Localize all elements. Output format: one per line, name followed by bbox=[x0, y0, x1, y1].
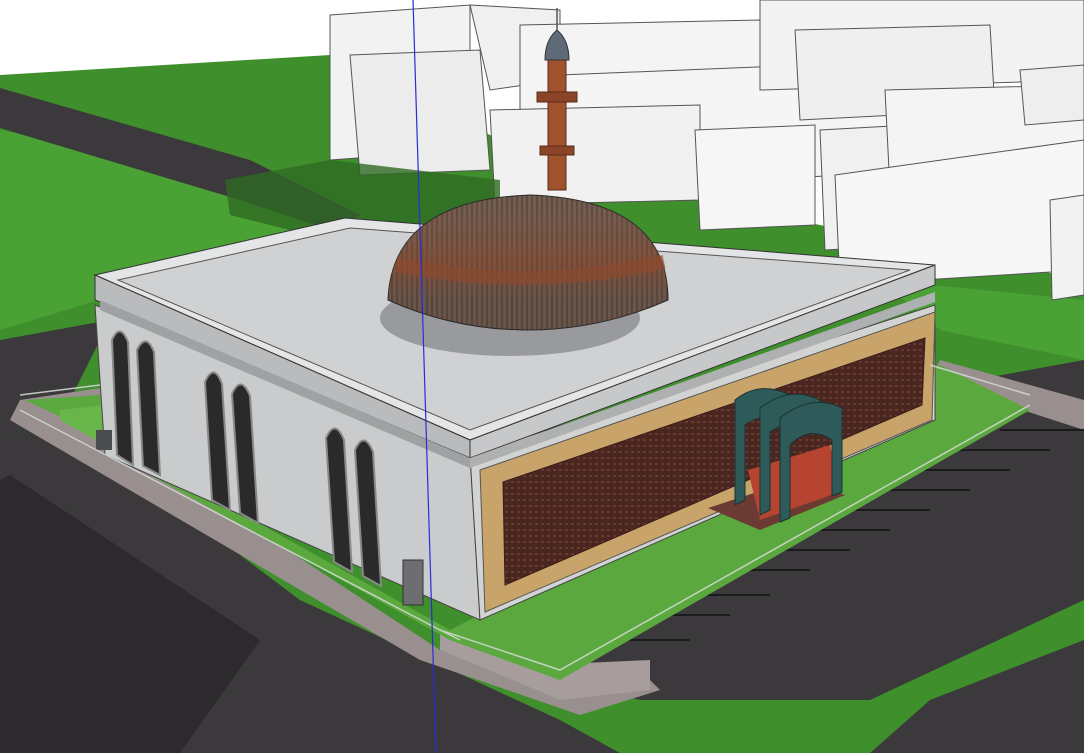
model-scene[interactable] bbox=[0, 0, 1084, 753]
sketchup-3d-viewport[interactable] bbox=[0, 0, 1084, 753]
